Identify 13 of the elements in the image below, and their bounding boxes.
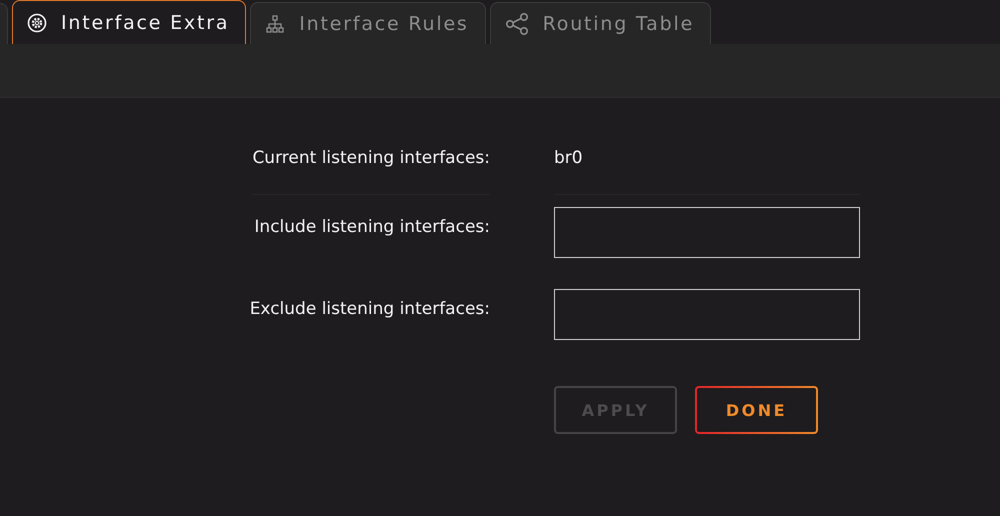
tab[interactable]: Interface Rules	[250, 2, 486, 44]
tab[interactable]: Interface Extra	[12, 0, 246, 44]
field-label: Current listening interfaces:	[252, 148, 490, 195]
hierarchy-icon	[265, 14, 286, 34]
field-value: br0	[554, 148, 860, 195]
gear-icon	[27, 12, 47, 32]
field-label: Include listening interfaces:	[254, 216, 490, 237]
field-label: Exclude listening interfaces:	[250, 298, 490, 319]
share-icon	[504, 12, 529, 34]
input-field[interactable]	[554, 289, 860, 340]
input-field[interactable]	[554, 207, 860, 258]
tab[interactable]: Routing Table	[490, 2, 712, 44]
done-button[interactable]: DONE	[695, 386, 818, 434]
